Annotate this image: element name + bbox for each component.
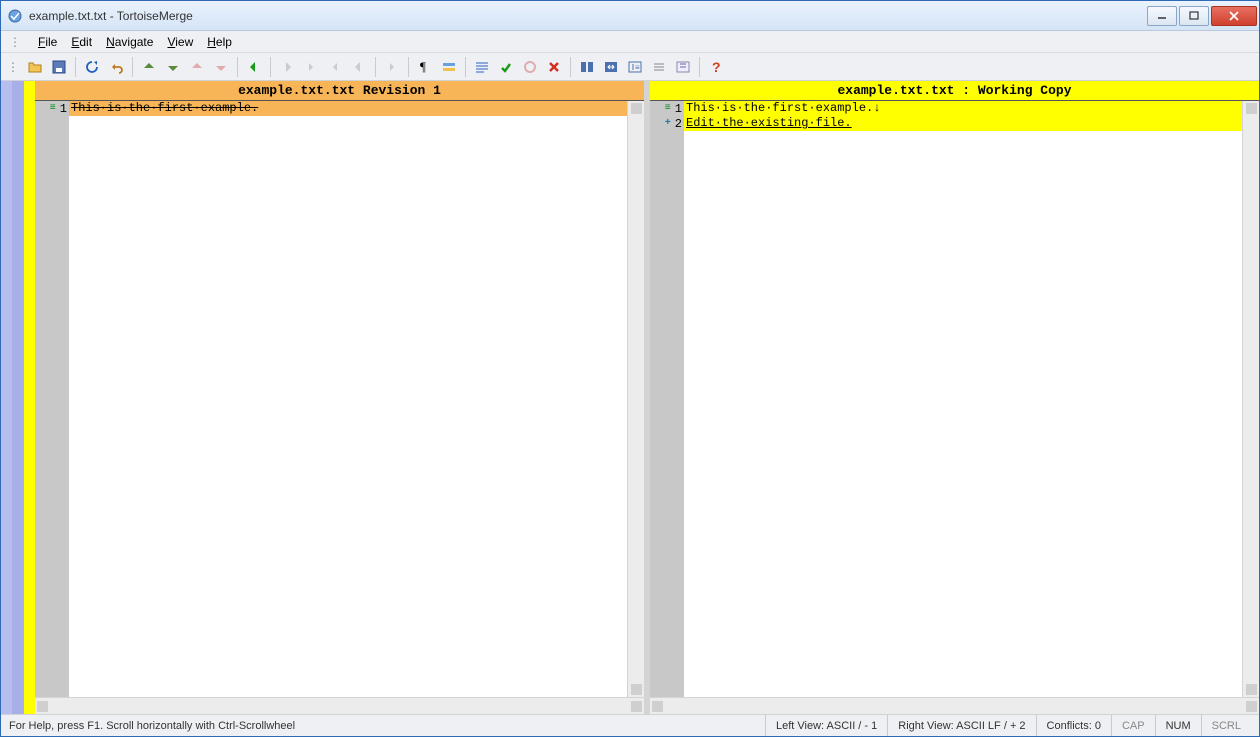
prev-diff-button[interactable]: [138, 56, 160, 78]
maximize-button[interactable]: [1179, 6, 1209, 26]
right-pane: example.txt.txt : Working Copy ≡1 +2 Thi…: [650, 81, 1259, 714]
prev-conflict-button[interactable]: [186, 56, 208, 78]
status-hint: For Help, press F1. Scroll horizontally …: [9, 720, 295, 732]
next-inline-button[interactable]: [243, 56, 265, 78]
menu-view[interactable]: View: [167, 35, 193, 49]
line-number: 2: [675, 117, 682, 131]
menu-file[interactable]: File: [38, 35, 57, 49]
line-number: 1: [675, 102, 682, 116]
use-left-button[interactable]: [300, 56, 322, 78]
swap-button[interactable]: [600, 56, 622, 78]
code-line[interactable]: Edit·the·existing·file.: [684, 116, 1242, 131]
status-scrl: SCRL: [1201, 715, 1251, 736]
undo-button[interactable]: [105, 56, 127, 78]
wrap-button[interactable]: [471, 56, 493, 78]
use-right-button[interactable]: [324, 56, 346, 78]
statusbar: For Help, press F1. Scroll horizontally …: [1, 714, 1259, 736]
whitespace-button[interactable]: ¶: [414, 56, 436, 78]
next-conflict-button[interactable]: [210, 56, 232, 78]
svg-text:¶: ¶: [420, 59, 426, 74]
code-line[interactable]: This·is·the·first·example.: [69, 101, 627, 116]
mark-button[interactable]: [381, 56, 403, 78]
ignore-comments-button[interactable]: [648, 56, 670, 78]
code-line[interactable]: This·is·the·first·example.↓: [684, 101, 1242, 116]
vertical-scrollbar[interactable]: [627, 101, 644, 697]
right-editor[interactable]: This·is·the·first·example.↓ Edit·the·exi…: [684, 101, 1242, 697]
regex-button[interactable]: [672, 56, 694, 78]
added-marker-icon: +: [663, 119, 673, 129]
menu-help[interactable]: Help: [207, 35, 232, 49]
use-left-block-button[interactable]: [276, 56, 298, 78]
status-right-view: Right View: ASCII LF / + 2: [887, 715, 1035, 736]
status-conflicts: Conflicts: 0: [1036, 715, 1111, 736]
grip-icon: ⋮: [7, 60, 18, 74]
prev-conflict-o-button[interactable]: [519, 56, 541, 78]
window-title: example.txt.txt - TortoiseMerge: [29, 9, 193, 23]
use-block-button[interactable]: [495, 56, 517, 78]
next-diff-button[interactable]: [162, 56, 184, 78]
app-icon: [7, 8, 23, 24]
status-num: NUM: [1155, 715, 1201, 736]
status-cap: CAP: [1111, 715, 1155, 736]
menubar: ⋮ File Edit Navigate View Help: [1, 31, 1259, 53]
grip-icon: ⋮: [9, 35, 20, 49]
horizontal-scrollbar[interactable]: [35, 697, 644, 714]
menu-navigate[interactable]: Navigate: [106, 35, 153, 49]
right-gutter: ≡1 +2: [650, 101, 684, 697]
two-pane-button[interactable]: [576, 56, 598, 78]
open-button[interactable]: [24, 56, 46, 78]
horizontal-scrollbar[interactable]: [650, 697, 1259, 714]
inline-diff-button[interactable]: [438, 56, 460, 78]
reject-button[interactable]: [543, 56, 565, 78]
svg-text:≡: ≡: [635, 63, 640, 72]
line-number: 1: [60, 102, 67, 116]
modified-marker-icon: ≡: [48, 104, 58, 114]
use-right-block-button[interactable]: [348, 56, 370, 78]
save-button[interactable]: [48, 56, 70, 78]
left-editor[interactable]: This·is·the·first·example.: [69, 101, 627, 697]
left-pane-title: example.txt.txt Revision 1: [35, 81, 644, 101]
menu-edit[interactable]: Edit: [71, 35, 92, 49]
close-button[interactable]: [1211, 6, 1257, 26]
collapse-button[interactable]: ≡: [624, 56, 646, 78]
left-gutter: ≡1: [35, 101, 69, 697]
content-area: example.txt.txt Revision 1 ≡1 This·is·th…: [1, 81, 1259, 714]
right-pane-title: example.txt.txt : Working Copy: [650, 81, 1259, 101]
svg-text:?: ?: [712, 60, 721, 74]
titlebar: example.txt.txt - TortoiseMerge: [1, 1, 1259, 31]
status-left-view: Left View: ASCII / - 1: [765, 715, 887, 736]
help-button[interactable]: ?: [705, 56, 727, 78]
reload-button[interactable]: [81, 56, 103, 78]
left-pane: example.txt.txt Revision 1 ≡1 This·is·th…: [35, 81, 644, 714]
toolbar: ⋮ ¶ ≡ ?: [1, 53, 1259, 81]
vertical-scrollbar[interactable]: [1242, 101, 1259, 697]
locator-bar[interactable]: [1, 81, 35, 714]
minimize-button[interactable]: [1147, 6, 1177, 26]
modified-marker-icon: ≡: [663, 104, 673, 114]
